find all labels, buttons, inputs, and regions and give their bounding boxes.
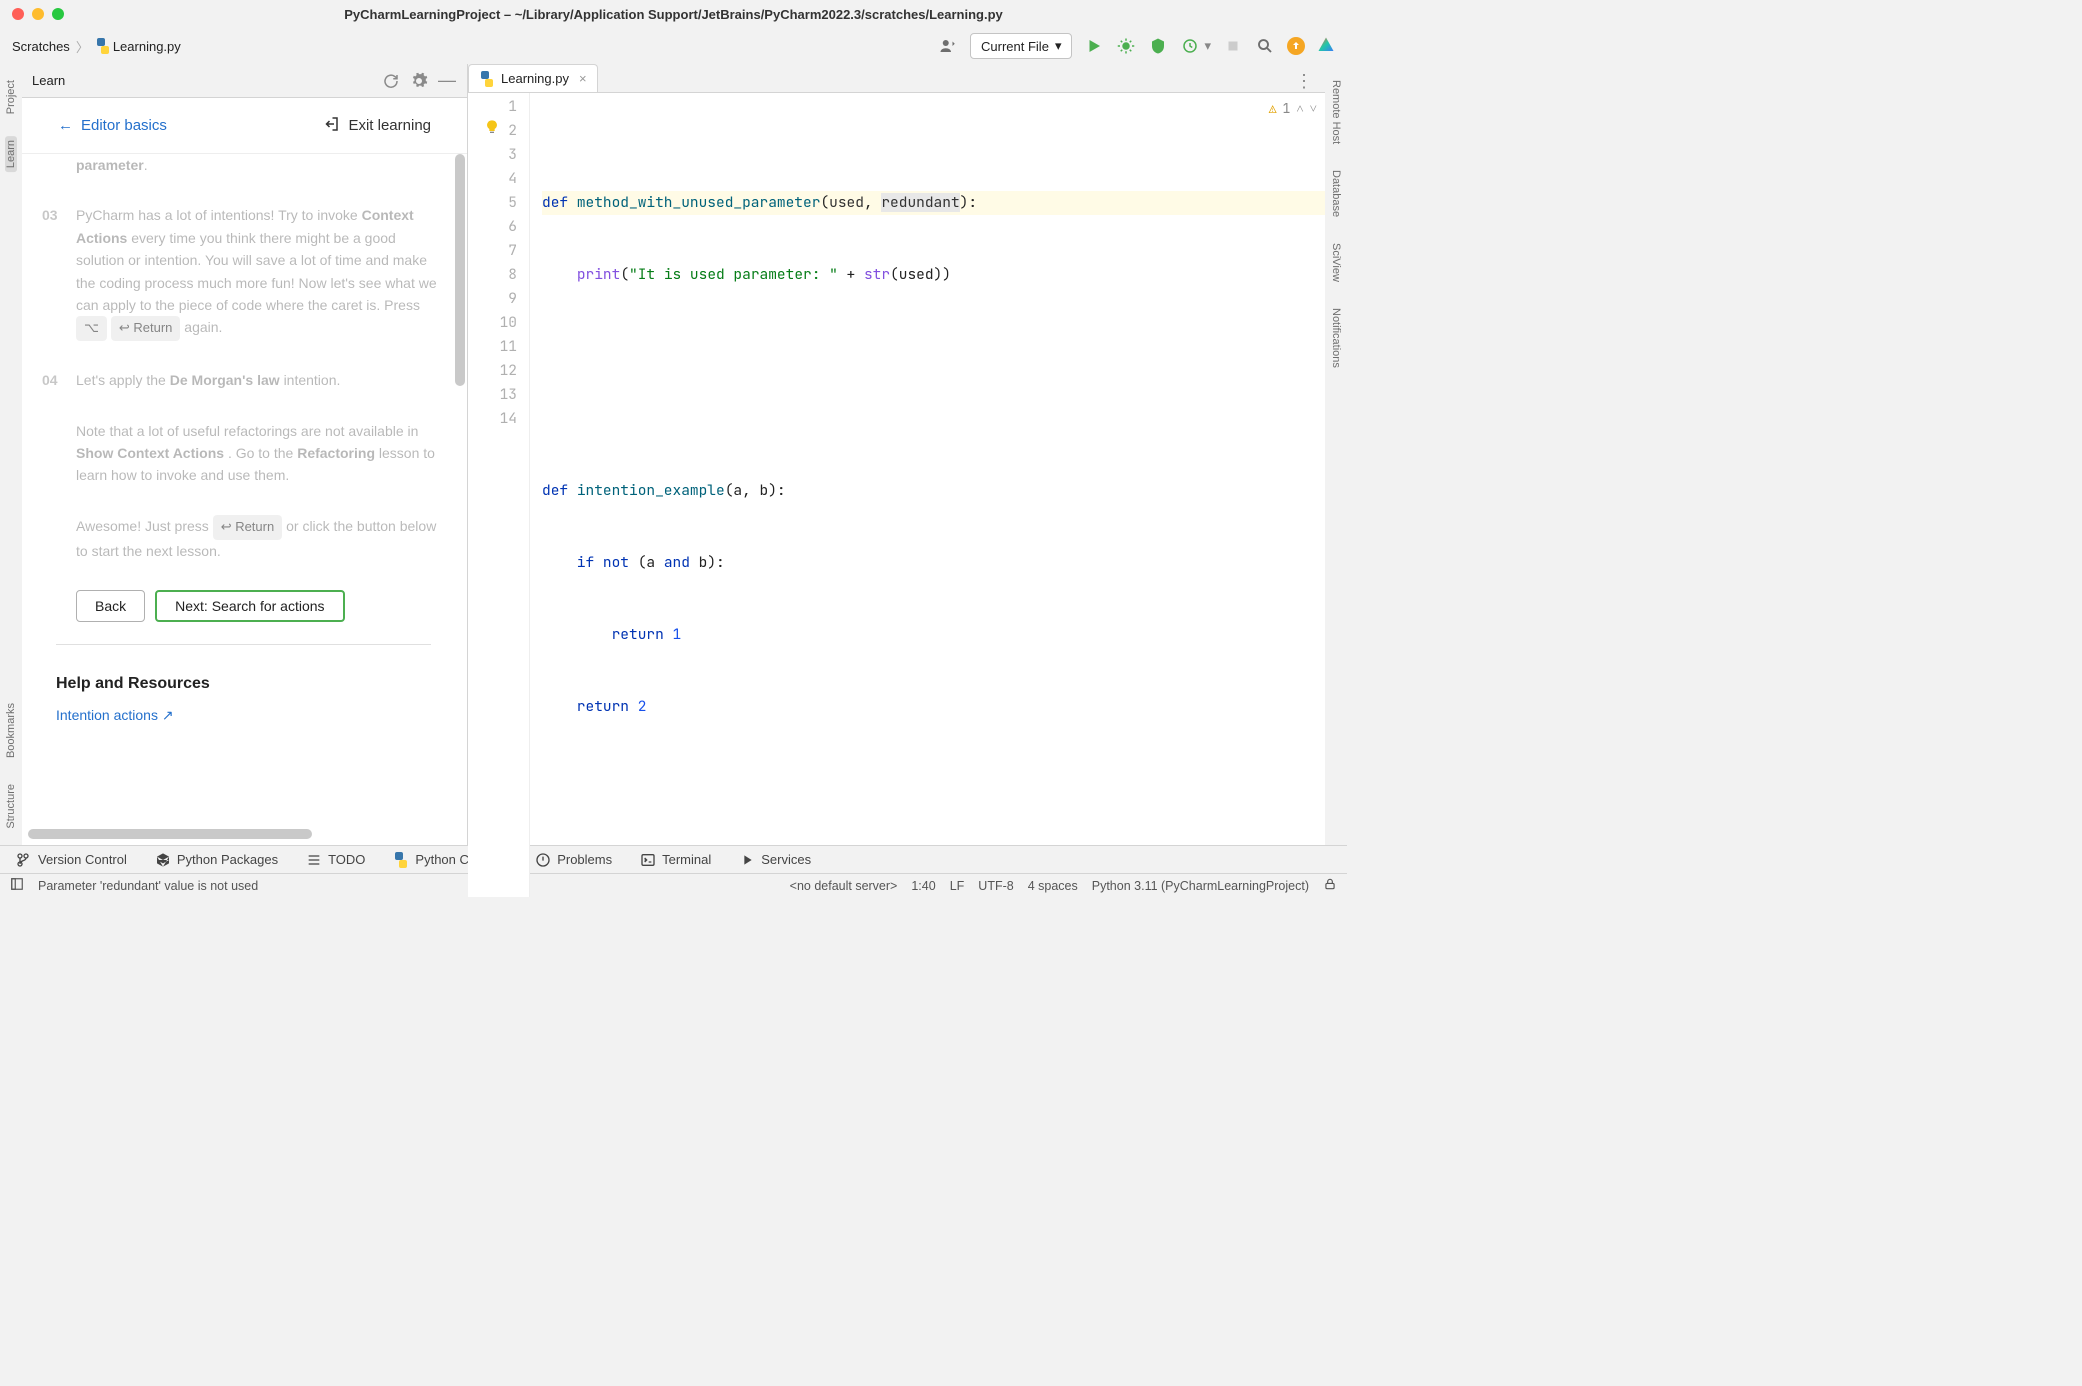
warning-icon: ⚠ <box>1269 97 1277 121</box>
python-file-icon <box>479 71 495 87</box>
intention-bulb-icon[interactable] <box>484 119 500 135</box>
editor-panel: Learning.py × ⋮ 1 2 3 4 5 6 7 8 9 10 11 <box>468 64 1325 845</box>
bookmarks-tool-tab[interactable]: Bookmarks <box>5 699 17 762</box>
gutter: 1 2 3 4 5 6 7 8 9 10 11 12 13 14 <box>468 93 530 897</box>
inspection-indicator[interactable]: ⚠ 1 ˄ ˅ <box>1269 97 1317 121</box>
refresh-icon[interactable] <box>381 71 401 91</box>
window-title: PyCharmLearningProject – ~/Library/Appli… <box>0 7 1347 22</box>
database-tool-tab[interactable]: Database <box>1330 166 1342 221</box>
gear-icon[interactable] <box>409 71 429 91</box>
breadcrumb-separator: 〉 <box>76 37 89 56</box>
structure-tool-tab[interactable]: Structure <box>5 780 17 833</box>
learn-topbar: ← Editor basics Exit learning <box>22 98 467 154</box>
python-icon <box>393 852 409 868</box>
remote-host-tool-tab[interactable]: Remote Host <box>1330 76 1342 148</box>
project-tool-tab[interactable]: Project <box>5 76 17 118</box>
run-coverage-button[interactable] <box>1148 36 1168 56</box>
window-controls <box>12 8 64 20</box>
lesson-awesome: Awesome! Just press ↩ Return or click th… <box>42 515 445 562</box>
run-config-selector[interactable]: Current File ▾ <box>970 33 1072 59</box>
profile-dropdown-icon[interactable]: ▾ <box>1204 38 1211 54</box>
back-button[interactable]: Back <box>76 590 145 622</box>
kbd-return: ↩ Return <box>213 515 283 540</box>
kbd-option: ⌥ <box>76 316 107 341</box>
run-config-label: Current File <box>981 39 1049 54</box>
editor-area[interactable]: 1 2 3 4 5 6 7 8 9 10 11 12 13 14 <box>468 93 1325 897</box>
close-tab-icon[interactable]: × <box>579 71 587 86</box>
help-title: Help and Resources <box>56 671 445 697</box>
status-lock-icon[interactable] <box>1323 877 1337 894</box>
titlebar: PyCharmLearningProject – ~/Library/Appli… <box>0 0 1347 28</box>
todo-tool[interactable]: TODO <box>306 852 365 868</box>
step-number: 03 <box>42 204 64 341</box>
search-everywhere-icon[interactable] <box>1255 36 1275 56</box>
ide-window: PyCharmLearningProject – ~/Library/Appli… <box>0 0 1347 897</box>
exit-icon <box>322 115 340 137</box>
profile-button[interactable] <box>1180 36 1200 56</box>
breadcrumb-file[interactable]: Learning.py <box>113 39 181 54</box>
lesson-nav-buttons: Back Next: Search for actions <box>76 590 445 622</box>
minimize-window-button[interactable] <box>32 8 44 20</box>
learn-panel-header: Learn — <box>22 64 467 98</box>
run-button[interactable] <box>1084 36 1104 56</box>
debug-button[interactable] <box>1116 36 1136 56</box>
with-me-icon[interactable] <box>938 36 958 56</box>
lesson-fragment: parameter <box>76 157 144 173</box>
arrow-left-icon: ← <box>58 117 73 134</box>
main-toolbar-right: Current File ▾ ▾ <box>938 33 1335 59</box>
editor-tab-label: Learning.py <box>501 71 569 86</box>
editor-tab-bar: Learning.py × ⋮ <box>468 64 1325 93</box>
next-highlight-icon[interactable]: ˅ <box>1310 97 1317 121</box>
prev-highlight-icon[interactable]: ˄ <box>1296 97 1303 121</box>
intention-actions-link[interactable]: Intention actions ↗ <box>56 704 445 726</box>
update-available-icon[interactable] <box>1287 37 1305 55</box>
python-file-icon <box>95 38 111 54</box>
close-window-button[interactable] <box>12 8 24 20</box>
chevron-down-icon: ▾ <box>1055 38 1062 54</box>
stop-button <box>1223 36 1243 56</box>
lesson-step-03: 03 PyCharm has a lot of intentions! Try … <box>42 204 445 341</box>
kbd-return: ↩ Return <box>111 316 181 341</box>
lesson-note: Note that a lot of useful refactorings a… <box>42 420 445 487</box>
sciview-tool-tab[interactable]: SciView <box>1330 239 1342 286</box>
learn-panel-title: Learn <box>32 73 65 88</box>
learn-tool-tab[interactable]: Learn <box>5 136 17 172</box>
breadcrumb: Scratches 〉 Learning.py <box>12 37 181 56</box>
python-packages-tool[interactable]: Python Packages <box>155 852 278 868</box>
editor-basics-link[interactable]: ← Editor basics <box>58 117 167 134</box>
learn-panel: Learn — ← Editor basics Exit learning <box>22 64 468 845</box>
left-tool-rail: Project Learn Bookmarks Structure <box>0 64 22 845</box>
jetbrains-toolbox-icon[interactable] <box>1317 36 1335 57</box>
help-section: Help and Resources Intention actions ↗ <box>42 671 445 727</box>
status-message: Parameter 'redundant' value is not used <box>38 879 258 893</box>
exit-learning-button[interactable]: Exit learning <box>322 115 431 137</box>
lesson-step-04: 04 Let's apply the De Morgan's law inten… <box>42 369 445 391</box>
next-button[interactable]: Next: Search for actions <box>155 590 344 622</box>
editor-tab-learning[interactable]: Learning.py × <box>468 64 598 92</box>
tool-window-toggle-icon[interactable] <box>10 877 24 894</box>
version-control-tool[interactable]: Version Control <box>16 852 127 868</box>
learn-horizontal-scrollbar[interactable] <box>28 829 312 839</box>
editor-more-icon[interactable]: ⋮ <box>1283 71 1325 92</box>
main-body: Project Learn Bookmarks Structure Learn … <box>0 64 1347 845</box>
learn-vertical-scrollbar[interactable] <box>455 154 465 386</box>
breadcrumb-root[interactable]: Scratches <box>12 39 70 54</box>
step-number: 04 <box>42 369 64 391</box>
minimize-panel-icon[interactable]: — <box>437 71 457 91</box>
notifications-tool-tab[interactable]: Notifications <box>1330 304 1342 372</box>
right-tool-rail: Remote Host Database SciView Notificatio… <box>1325 64 1347 845</box>
nav-toolbar: Scratches 〉 Learning.py Current File ▾ ▾ <box>0 28 1347 64</box>
learn-body[interactable]: parameter. 03 PyCharm has a lot of inten… <box>22 154 467 845</box>
code-content[interactable]: ⚠ 1 ˄ ˅ def method_with_unused_parameter… <box>530 93 1325 897</box>
zoom-window-button[interactable] <box>52 8 64 20</box>
